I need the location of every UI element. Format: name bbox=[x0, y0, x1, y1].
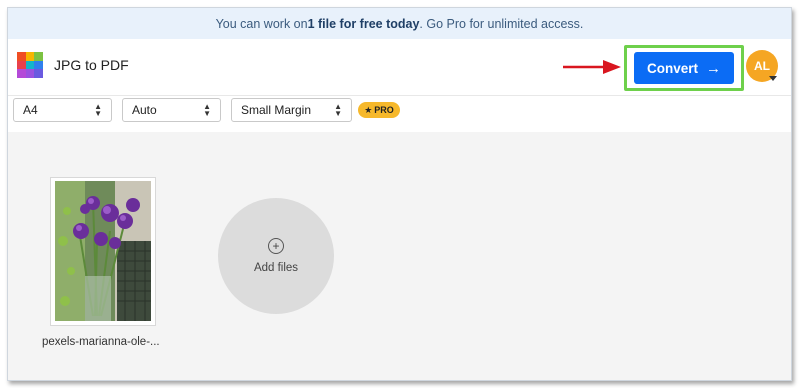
margin-value: Small Margin bbox=[241, 103, 312, 117]
margin-select[interactable]: Small Margin ▲ ▼ bbox=[231, 98, 352, 122]
pro-label: PRO bbox=[374, 105, 394, 115]
annotation-arrow-icon bbox=[563, 60, 621, 74]
convert-button[interactable]: Convert → bbox=[634, 52, 734, 84]
sort-updown-icon: ▲ ▼ bbox=[94, 102, 102, 118]
convert-label: Convert bbox=[646, 60, 698, 76]
page-size-select[interactable]: A4 ▲ ▼ bbox=[13, 98, 112, 122]
options-toolbar: A4 ▲ ▼ Auto ▲ ▼ Small Margin ▲ ▼ ★ PRO bbox=[8, 96, 791, 132]
add-files-button[interactable]: + Add files bbox=[218, 198, 334, 314]
plus-circle-icon: + bbox=[268, 238, 284, 254]
free-usage-banner: You can work on 1 file for free today. G… bbox=[8, 8, 791, 39]
flower-photo bbox=[55, 181, 151, 321]
orientation-select[interactable]: Auto ▲ ▼ bbox=[122, 98, 221, 122]
banner-text-bold: 1 file for free today bbox=[307, 16, 420, 31]
banner-text-after: . Go Pro for unlimited access. bbox=[419, 16, 584, 31]
arrow-right-icon: → bbox=[706, 59, 721, 77]
file-name: pexels-marianna-ole-... bbox=[42, 336, 160, 348]
banner-text-before: You can work on bbox=[215, 16, 308, 31]
pro-badge[interactable]: ★ PRO bbox=[358, 102, 400, 118]
sort-updown-icon: ▲ ▼ bbox=[203, 102, 211, 118]
convert-highlight: Convert → bbox=[624, 45, 744, 91]
avatar-caret-icon[interactable] bbox=[769, 76, 777, 81]
star-icon: ★ bbox=[364, 104, 373, 115]
app-title: JPG to PDF bbox=[54, 57, 129, 73]
page-size-value: A4 bbox=[23, 103, 38, 117]
sort-updown-icon: ▲ ▼ bbox=[334, 102, 342, 118]
header: JPG to PDF Convert → AL bbox=[8, 39, 791, 96]
avatar-initials: AL bbox=[754, 59, 770, 73]
file-thumbnail[interactable] bbox=[50, 177, 156, 326]
app-window: You can work on 1 file for free today. G… bbox=[7, 7, 792, 381]
app-logo-grid-icon bbox=[17, 52, 43, 78]
orientation-value: Auto bbox=[132, 103, 157, 117]
add-files-label: Add files bbox=[253, 262, 299, 274]
